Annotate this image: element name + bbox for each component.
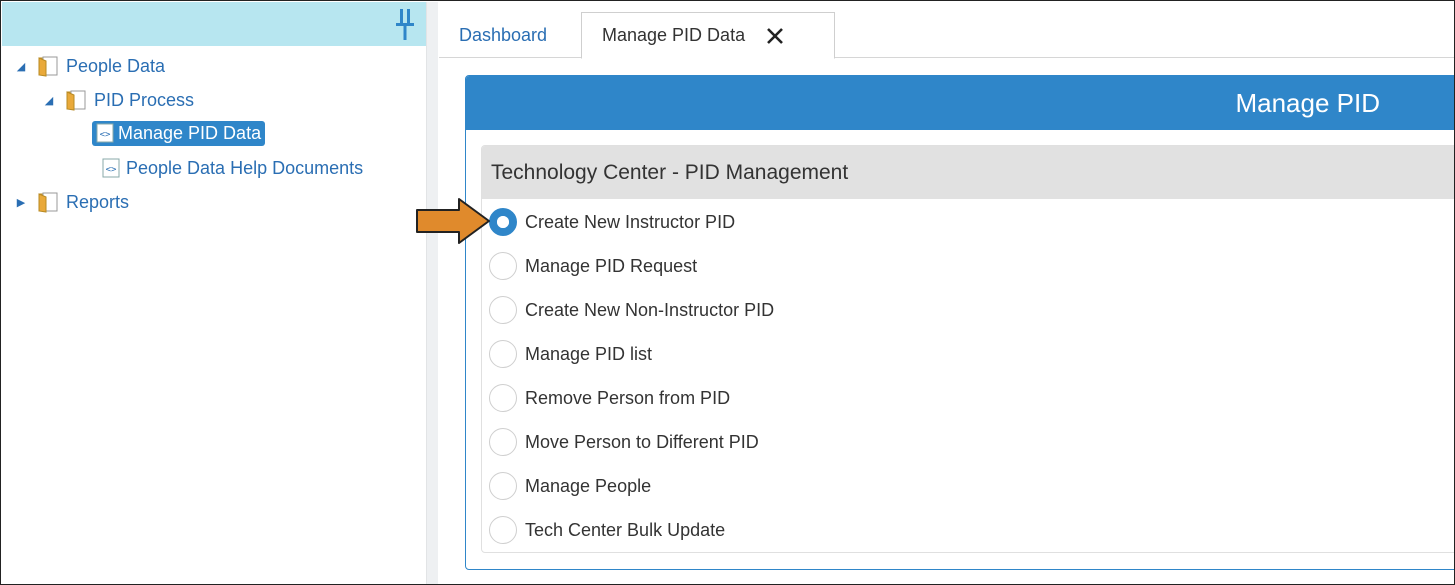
tree-label: Reports	[66, 191, 130, 212]
folder-icon	[38, 192, 58, 213]
tree-item-help-documents[interactable]: <> People Data Help Documents	[102, 155, 363, 181]
tree-item-reports[interactable]: ▶ Reports	[14, 189, 129, 215]
radio-button[interactable]	[489, 472, 517, 500]
tab-label: Manage PID Data	[602, 25, 746, 45]
tab-dashboard[interactable]: Dashboard	[445, 12, 561, 59]
radio-button[interactable]	[489, 296, 517, 324]
option-manage-pid-list[interactable]: Manage PID list	[489, 339, 652, 369]
option-create-new-non-instructor-pid[interactable]: Create New Non-Instructor PID	[489, 295, 774, 325]
option-create-new-instructor-pid[interactable]: Create New Instructor PID	[489, 207, 735, 237]
tree-item-people-data[interactable]: ◢ People Data	[14, 53, 165, 79]
folder-open-icon	[38, 56, 58, 77]
radio-button[interactable]	[489, 252, 517, 280]
svg-text:<>: <>	[100, 130, 111, 140]
option-label: Create New Non-Instructor PID	[525, 299, 775, 320]
tree-label: Manage PID Data	[118, 122, 262, 143]
option-label: Move Person to Different PID	[525, 431, 759, 452]
option-move-person-to-different-pid[interactable]: Move Person to Different PID	[489, 427, 759, 457]
tree-item-manage-pid-data[interactable]: <> Manage PID Data	[92, 120, 266, 146]
annotation-arrow-icon	[416, 198, 490, 244]
option-label: Create New Instructor PID	[525, 211, 736, 232]
panel-title: Manage PID	[466, 76, 1454, 130]
radio-button[interactable]	[489, 340, 517, 368]
radio-button[interactable]	[489, 428, 517, 456]
option-remove-person-from-pid[interactable]: Remove Person from PID	[489, 383, 730, 413]
selected-highlight: <> Manage PID Data	[92, 120, 266, 146]
option-manage-people[interactable]: Manage People	[489, 471, 651, 501]
option-tech-center-bulk-update[interactable]: Tech Center Bulk Update	[489, 515, 725, 545]
radio-button[interactable]	[489, 208, 517, 236]
tree-label: People Data	[66, 55, 166, 76]
option-label: Manage PID Request	[525, 255, 698, 276]
radio-button[interactable]	[489, 384, 517, 412]
option-label: Manage People	[525, 475, 652, 496]
folder-open-icon	[66, 90, 86, 111]
close-icon[interactable]	[765, 26, 785, 46]
tree-label: People Data Help Documents	[126, 157, 364, 178]
option-label: Manage PID list	[525, 343, 653, 364]
sidebar: ◢ People Data ◢ PID Process <> Manage PI…	[2, 2, 426, 584]
section-title: Technology Center - PID Management	[482, 146, 1454, 199]
app-window: ◢ People Data ◢ PID Process <> Manage PI…	[0, 0, 1455, 585]
collapsed-triangle-icon[interactable]: ▶	[14, 196, 28, 209]
pin-icon[interactable]	[396, 7, 414, 41]
document-icon: <>	[96, 123, 114, 143]
tab-label: Dashboard	[459, 25, 548, 45]
sidebar-splitter[interactable]	[426, 2, 438, 584]
expanded-triangle-icon[interactable]: ◢	[42, 94, 56, 107]
svg-text:<>: <>	[106, 165, 117, 175]
pid-management-section: Technology Center - PID Management Creat…	[481, 145, 1454, 553]
tree-label: PID Process	[94, 89, 195, 110]
tree-item-pid-process[interactable]: ◢ PID Process	[42, 87, 194, 113]
document-icon: <>	[102, 158, 120, 178]
manage-pid-panel: Manage PID Technology Center - PID Manag…	[465, 75, 1454, 570]
tab-manage-pid-data[interactable]: Manage PID Data	[581, 12, 835, 59]
tab-bar: Dashboard Manage PID Data	[439, 2, 1454, 59]
expanded-triangle-icon[interactable]: ◢	[14, 60, 28, 73]
option-label: Remove Person from PID	[525, 387, 731, 408]
option-manage-pid-request[interactable]: Manage PID Request	[489, 251, 697, 281]
sidebar-header	[2, 2, 426, 46]
radio-button[interactable]	[489, 516, 517, 544]
option-label: Tech Center Bulk Update	[525, 519, 726, 540]
